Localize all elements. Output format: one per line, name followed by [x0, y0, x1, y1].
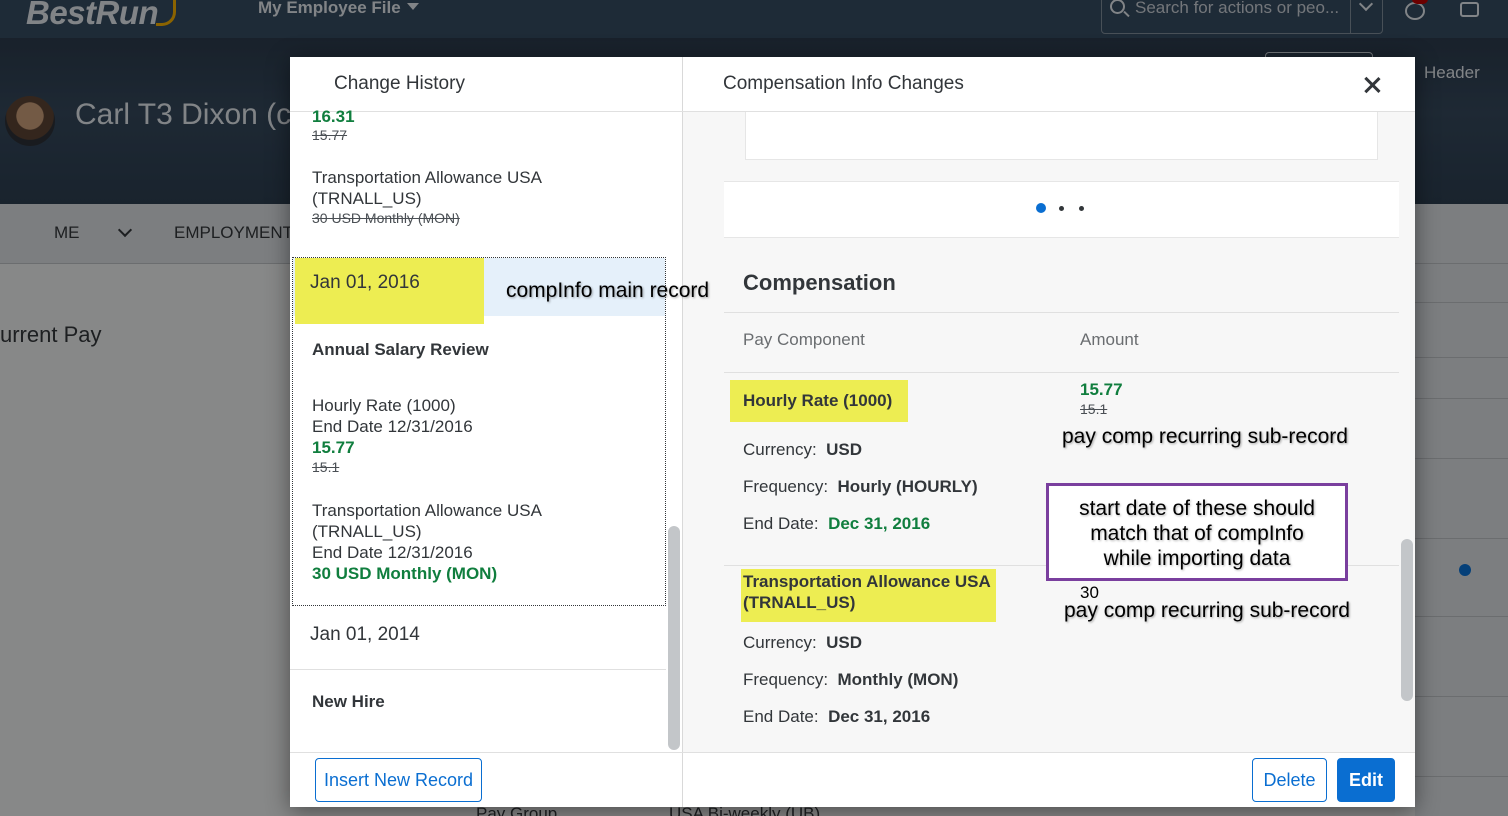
divider [724, 372, 1399, 373]
annotation-sub-record: pay comp recurring sub-record [1062, 425, 1348, 448]
transport-allowance-new-value: 30 USD Monthly (MON) [312, 564, 498, 583]
end-date-label: End Date: [743, 707, 819, 726]
delete-button[interactable]: Delete [1252, 758, 1327, 802]
record-event[interactable]: New Hire [312, 691, 385, 712]
edit-button[interactable]: Edit [1337, 758, 1395, 802]
frequency-label: Frequency: [743, 670, 829, 689]
record-event: Annual Salary Review [312, 340, 489, 359]
history-item-code: (TRNALL_US) [312, 189, 422, 208]
currency-label: Currency: [743, 633, 817, 652]
header-divider [290, 111, 1415, 112]
record-date[interactable]: Jan 01, 2014 [310, 624, 420, 645]
frequency-label: Frequency: [743, 477, 829, 496]
dialog-title: Compensation Info Changes [723, 73, 964, 94]
hourly-rate-new-value: 15.77 [312, 438, 355, 457]
annotation-main-record: compInfo main record [506, 279, 710, 302]
previous-new-value: 16.31 [312, 107, 355, 126]
frequency-value: Monthly (MON) [837, 670, 959, 689]
end-date-value: Dec 31, 2016 [828, 707, 931, 726]
annotation-note-box: start date of these should match that of… [1046, 483, 1348, 581]
insert-new-record-button[interactable]: Insert New Record [315, 758, 482, 802]
end-date-label: End Date: [743, 514, 819, 533]
annotation-note-line: match that of compInfo [1090, 522, 1304, 545]
divider [724, 312, 1399, 313]
column-pay-component: Pay Component [743, 330, 865, 349]
pay-component-name: Hourly Rate (1000) [743, 391, 893, 410]
record-date[interactable]: Jan 01, 2016 [310, 272, 420, 293]
transport-allowance-label: Transportation Allowance USA [312, 501, 542, 520]
end-date-value: Dec 31, 2016 [828, 514, 931, 533]
annotation-note-line: start date of these should [1079, 497, 1315, 520]
close-icon[interactable] [1361, 74, 1383, 96]
history-item-label: Transportation Allowance USA [312, 168, 542, 187]
column-amount: Amount [1080, 330, 1139, 349]
transport-allowance-end-date: End Date 12/31/2016 [312, 543, 473, 562]
right-scrollbar[interactable] [1401, 539, 1413, 701]
previous-old-value: 15.77 [312, 127, 348, 143]
pay-component-name: Transportation Allowance USA [743, 572, 991, 591]
pane-divider [682, 57, 683, 807]
hourly-rate-end-date: End Date 12/31/2016 [312, 417, 473, 436]
annotation-note-line: while importing data [1103, 547, 1291, 570]
compensation-section-title: Compensation [743, 270, 896, 295]
annotation-sub-record: pay comp recurring sub-record [1064, 599, 1350, 622]
hourly-rate-old-value: 15.1 [312, 459, 340, 475]
history-item-old-value: 30 USD Monthly (MON) [312, 210, 460, 226]
amount-old-value: 15.1 [1080, 401, 1108, 417]
currency-value: USD [826, 440, 863, 459]
compensation-history-dialog: Change History Compensation Info Changes… [290, 57, 1415, 807]
carousel-dot[interactable] [1079, 206, 1084, 211]
change-history-title: Change History [334, 73, 465, 94]
divider [290, 669, 666, 670]
amount-new-value: 15.77 [1080, 380, 1123, 399]
currency-label: Currency: [743, 440, 817, 459]
left-scrollbar[interactable] [668, 526, 680, 750]
summary-card [745, 112, 1378, 160]
pay-component-code: (TRNALL_US) [743, 593, 856, 612]
carousel-dot-active[interactable] [1036, 203, 1046, 213]
carousel-dot[interactable] [1059, 206, 1064, 211]
hourly-rate-label: Hourly Rate (1000) [312, 396, 456, 415]
frequency-value: Hourly (HOURLY) [837, 477, 978, 496]
currency-value: USD [826, 633, 863, 652]
transport-allowance-code: (TRNALL_US) [312, 522, 422, 541]
footer-divider [290, 752, 1415, 753]
